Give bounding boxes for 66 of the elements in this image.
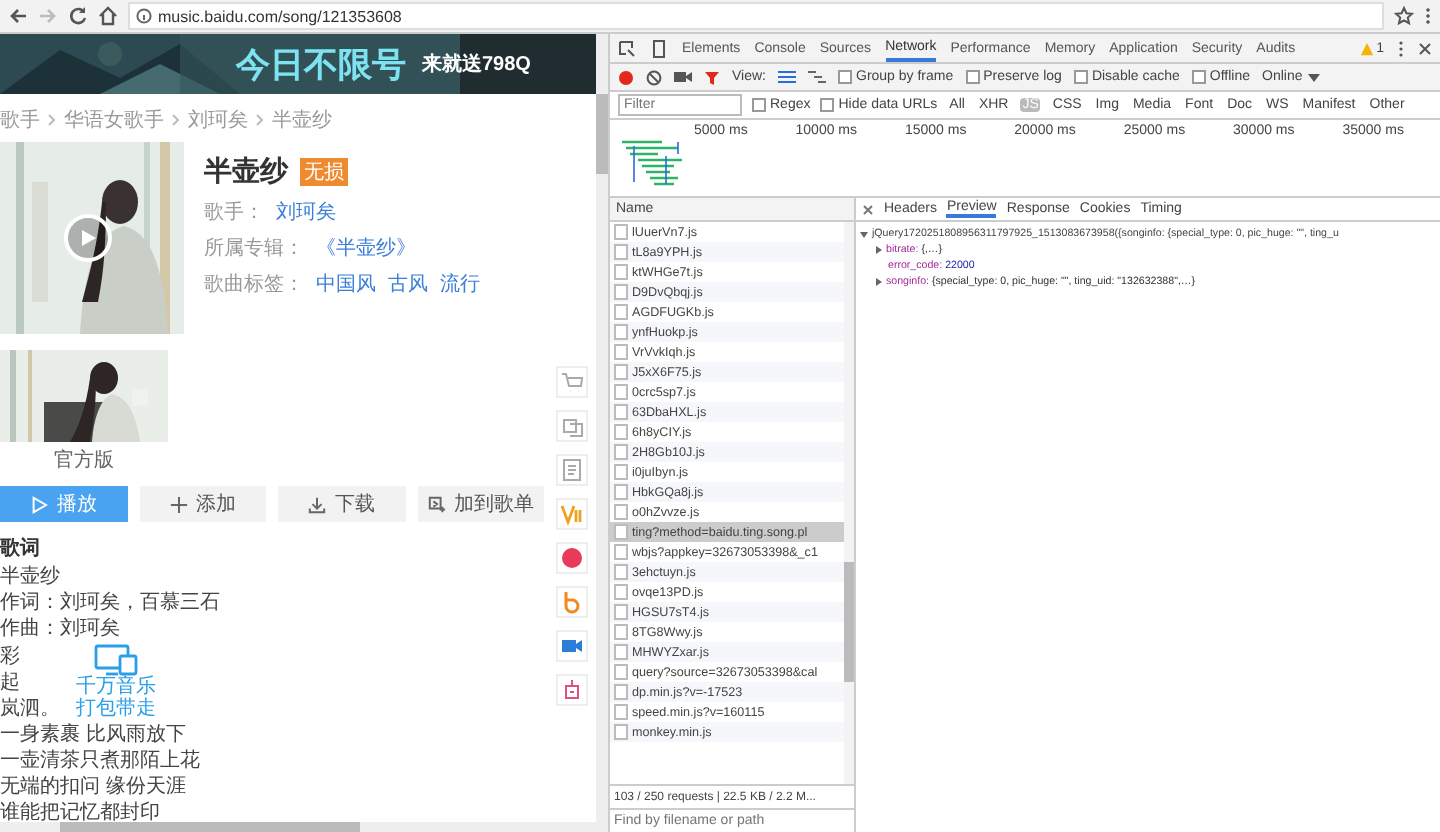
home-icon[interactable]: [98, 6, 118, 26]
field-link[interactable]: 《半壶纱》: [316, 234, 416, 262]
plus-icon: [169, 495, 188, 513]
address-field[interactable]: music.baidu.com/song/121353608: [128, 2, 1384, 30]
clear-icon[interactable]: [646, 69, 662, 85]
scrollbar-thumb[interactable]: [60, 822, 360, 832]
banner-offer: 来就送798Q: [422, 51, 531, 78]
lyrics-heading: 歌词: [0, 535, 40, 562]
filter-icon[interactable]: [704, 69, 720, 85]
field-label: 歌曲标签：: [204, 271, 304, 298]
field-label: 所属专辑：: [204, 235, 304, 262]
device-icon[interactable]: [650, 39, 668, 57]
scrollbar-thumb[interactable]: [844, 562, 854, 682]
lyric-line: 无端的扣问 缘份天涯: [0, 776, 186, 798]
play-icon: [30, 495, 49, 513]
chevron-icon: [256, 114, 264, 126]
waterfall-icon[interactable]: [808, 70, 826, 84]
quality-badge: 无损: [300, 158, 348, 186]
lyric-line: 谁能把记忆都封印: [0, 802, 160, 824]
action-button[interactable]: 加到歌单: [417, 486, 544, 522]
expand-icon[interactable]: [860, 231, 868, 237]
camera-icon[interactable]: [674, 70, 692, 84]
action-button[interactable]: 添加: [139, 486, 266, 522]
song-title: 半壶纱: [204, 154, 288, 190]
inspect-icon[interactable]: [618, 39, 636, 57]
lyric-line: 作词：刘珂矣，百慕三石: [0, 592, 220, 614]
chevron-icon: [48, 114, 56, 126]
menu-icon[interactable]: [1424, 6, 1432, 26]
devices-icon: [94, 644, 138, 676]
play-button[interactable]: [64, 214, 112, 262]
close-icon[interactable]: [862, 203, 874, 215]
ad-banner[interactable]: 今日不限号 来就送798Q: [0, 34, 596, 94]
field-link[interactable]: 流行: [440, 270, 480, 298]
record-icon[interactable]: [618, 69, 634, 85]
play-icon: [78, 228, 98, 248]
back-icon[interactable]: [8, 6, 28, 26]
list-icon: [427, 495, 446, 513]
info-icon[interactable]: [136, 8, 152, 24]
banner-headline: 今日不限号: [236, 43, 406, 87]
download-icon: [308, 495, 327, 513]
lyric-line: 彩: [0, 645, 20, 667]
list-view-icon[interactable]: [778, 70, 796, 84]
star-icon[interactable]: [1394, 6, 1414, 26]
caret-icon: [1308, 73, 1321, 81]
field-link[interactable]: 古风: [388, 270, 428, 298]
reload-icon[interactable]: [68, 6, 88, 26]
lyric-line: 作曲：刘珂矣: [0, 618, 120, 640]
lyric-line: 起: [0, 671, 20, 693]
field-link[interactable]: 中国风: [316, 270, 376, 298]
heart-icon[interactable]: [556, 542, 588, 574]
expand-icon[interactable]: [876, 278, 882, 286]
lyric-line: 一壶清茶只煮那陌上花: [0, 750, 200, 772]
chevron-icon: [172, 114, 180, 126]
more-icon[interactable]: [1398, 39, 1404, 57]
lyric-line: 岚泗。: [0, 697, 60, 719]
camera-icon[interactable]: [556, 630, 588, 662]
field-link[interactable]: 刘珂矣: [276, 198, 336, 226]
scrollbar-thumb[interactable]: [596, 94, 608, 174]
lyric-line: 一身素裹 比风雨放下: [0, 724, 186, 746]
action-button[interactable]: 下载: [278, 486, 405, 522]
field-label: 歌手：: [204, 199, 264, 226]
robot-icon[interactable]: [556, 674, 588, 706]
close-icon[interactable]: [1418, 41, 1432, 55]
mv-caption: 官方版: [54, 447, 114, 474]
lyric-line: 半壶纱: [0, 566, 60, 588]
expand-icon[interactable]: [876, 246, 882, 254]
